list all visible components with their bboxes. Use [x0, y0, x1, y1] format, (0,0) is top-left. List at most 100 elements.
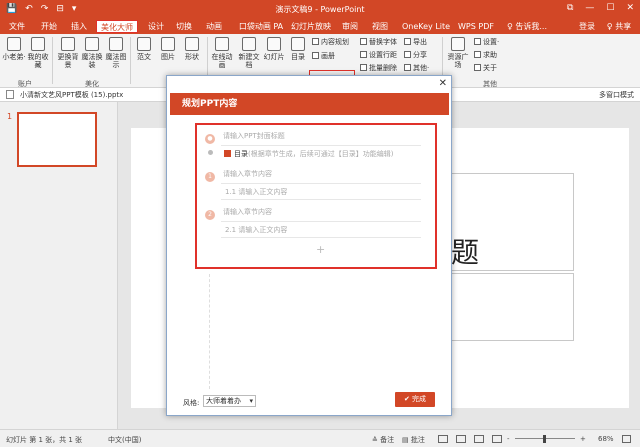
tab-file[interactable]: 文件	[6, 20, 28, 33]
chapter-number-icon: 2	[205, 210, 215, 220]
tab-home[interactable]: 开始	[38, 20, 60, 33]
finish-button[interactable]: ✔ 完成	[395, 392, 435, 407]
tab-wps-pdf[interactable]: WPS PDF	[458, 20, 494, 33]
comments-button[interactable]: ▤ 批注	[402, 435, 425, 445]
tab-view[interactable]: 视图	[370, 20, 390, 33]
tab-transitions[interactable]: 切换	[174, 20, 194, 33]
add-chapter-button[interactable]: +	[316, 243, 325, 256]
content-plan-button[interactable]: 内容规划	[312, 38, 349, 47]
magic-illustrate-button[interactable]: 魔法图示	[104, 37, 128, 69]
spacing-icon	[360, 51, 367, 58]
replace-font-button[interactable]: 替换字体	[360, 38, 397, 47]
reading-view-icon[interactable]	[474, 435, 484, 443]
new-document-button[interactable]: 新建文档	[237, 37, 261, 69]
dialog-title: 规划PPT内容	[170, 93, 449, 115]
chapter-1-body-input[interactable]: 1.1 请输入正文内容	[225, 187, 445, 197]
multi-window-button[interactable]: 多窗口模式	[599, 90, 634, 100]
magic-icon	[85, 37, 99, 51]
dialog-footer: 风格: 大师着着办 ▾ ✔ 完成	[167, 390, 451, 416]
save-icon[interactable]: 💾	[6, 4, 17, 14]
redo-icon[interactable]: ↷	[41, 4, 49, 14]
favorites-button[interactable]: 我的收藏	[26, 37, 50, 69]
line-spacing-button[interactable]: 设置行距	[360, 51, 397, 60]
minimize-button[interactable]: —	[585, 3, 594, 13]
settings-button[interactable]: 设置·	[474, 38, 499, 47]
status-bar: 幻灯片 第 1 张，共 1 张 中文(中国) ≙ 备注 ▤ 批注 - + 68%	[0, 429, 640, 447]
toc-checkbox[interactable]	[224, 150, 231, 157]
help-button[interactable]: 求助	[474, 51, 497, 60]
maximize-button[interactable]: ☐	[606, 3, 614, 13]
chapter-number-icon: 1	[205, 172, 215, 182]
share-button[interactable]: ♀ 共享	[604, 20, 634, 33]
zoom-out-button[interactable]: -	[507, 435, 510, 443]
template-icon	[137, 37, 151, 51]
language-status[interactable]: 中文(中国)	[108, 435, 141, 445]
tab-slideshow[interactable]: 幻灯片放映	[290, 20, 332, 33]
document-icon	[6, 90, 14, 99]
resources-button[interactable]: 资源广场	[446, 37, 470, 69]
slides-button[interactable]: 幻灯片	[262, 37, 286, 61]
replace-background-button[interactable]: 更换背景	[56, 37, 80, 69]
template-button[interactable]: 范文	[132, 37, 156, 61]
slides-icon	[267, 37, 281, 51]
pencil-icon	[312, 38, 319, 45]
document-tab[interactable]: 小清新文艺风PPT模板 (15).pptx	[20, 90, 123, 100]
cover-dot-icon: ●	[205, 134, 215, 144]
album-button[interactable]: 画册	[312, 52, 335, 61]
tab-animations[interactable]: 动画	[204, 20, 224, 33]
check-icon: ✔	[403, 395, 410, 403]
style-label: 风格:	[183, 399, 200, 407]
tab-insert[interactable]: 插入	[68, 20, 90, 33]
about-button[interactable]: 关于	[474, 64, 497, 73]
online-animation-button[interactable]: 在线动画	[210, 37, 234, 69]
image-button[interactable]: 图片	[156, 37, 180, 61]
customize-qa-icon[interactable]: ▾	[72, 4, 77, 14]
undo-icon[interactable]: ↶	[25, 4, 33, 14]
content-outline-panel: ● 请输入PPT封面标题 目录(根据章节生成，后续可通过【目录】功能编辑) 1 请输…	[195, 123, 437, 269]
tell-me-search[interactable]: ♀ 告诉我...	[504, 20, 550, 33]
ribbon-tabs: 文件 开始 插入 美化大师 设计 切换 动画 口袋动画 PA 幻灯片放映 审阅 …	[0, 19, 640, 34]
chapter-1-input[interactable]: 1 请输入章节内容	[205, 169, 425, 182]
magic-replace-button[interactable]: 魔法换装	[80, 37, 104, 69]
zoom-in-button[interactable]: +	[580, 435, 586, 443]
other-button[interactable]: 其他·	[404, 64, 429, 73]
normal-view-icon[interactable]	[438, 435, 448, 443]
heart-icon	[31, 37, 45, 51]
slide-thumbnail[interactable]	[17, 112, 97, 167]
batch-delete-button[interactable]: 批量删除	[360, 64, 397, 73]
tab-design[interactable]: 设计	[146, 20, 166, 33]
xiaolaodi-button[interactable]: 小老弟·	[2, 37, 26, 61]
tab-beautify-master[interactable]: 美化大师	[96, 20, 138, 33]
fit-to-window-icon[interactable]	[622, 435, 631, 443]
font-icon	[360, 38, 367, 45]
tab-review[interactable]: 审阅	[340, 20, 360, 33]
divider	[221, 199, 421, 200]
share-item-button[interactable]: 分享	[404, 51, 427, 60]
chapter-2-body-input[interactable]: 2.1 请输入正文内容	[225, 225, 445, 235]
shape-button[interactable]: 形状	[180, 37, 204, 61]
chapter-2-input[interactable]: 2 请输入章节内容	[205, 207, 425, 220]
bullet-icon	[208, 150, 213, 155]
present-icon[interactable]: ⊟	[56, 4, 64, 14]
tab-pocket-animation[interactable]: 口袋动画 PA	[238, 20, 284, 33]
toc-button[interactable]: 目录	[286, 37, 310, 61]
login-button[interactable]: 登录	[578, 20, 596, 33]
title-bar: 💾 ↶ ↷ ⊟ ▾ 演示文稿9 - PowerPoint ⧉ — ☐ ✕	[0, 0, 640, 19]
zoom-slider-handle[interactable]	[543, 435, 546, 443]
slideshow-view-icon[interactable]	[492, 435, 502, 443]
slide-sorter-icon[interactable]	[456, 435, 466, 443]
more-icon	[404, 64, 411, 71]
animation-icon	[215, 37, 229, 51]
help-icon	[474, 51, 481, 58]
zoom-level[interactable]: 68%	[598, 435, 614, 443]
quick-access-toolbar: 💾 ↶ ↷ ⊟ ▾	[6, 4, 76, 14]
style-select[interactable]: 大师着着办 ▾	[203, 395, 256, 407]
dialog-close-button[interactable]: ✕	[439, 78, 447, 89]
tab-onekey-lite[interactable]: OneKey Lite	[402, 20, 450, 33]
divider	[130, 37, 131, 84]
cover-title-input[interactable]: ● 请输入PPT封面标题	[205, 131, 425, 144]
ribbon-display-icon[interactable]: ⧉	[567, 3, 573, 13]
close-button[interactable]: ✕	[626, 3, 634, 13]
export-button[interactable]: 导出	[404, 38, 427, 47]
notes-button[interactable]: ≙ 备注	[372, 435, 394, 445]
